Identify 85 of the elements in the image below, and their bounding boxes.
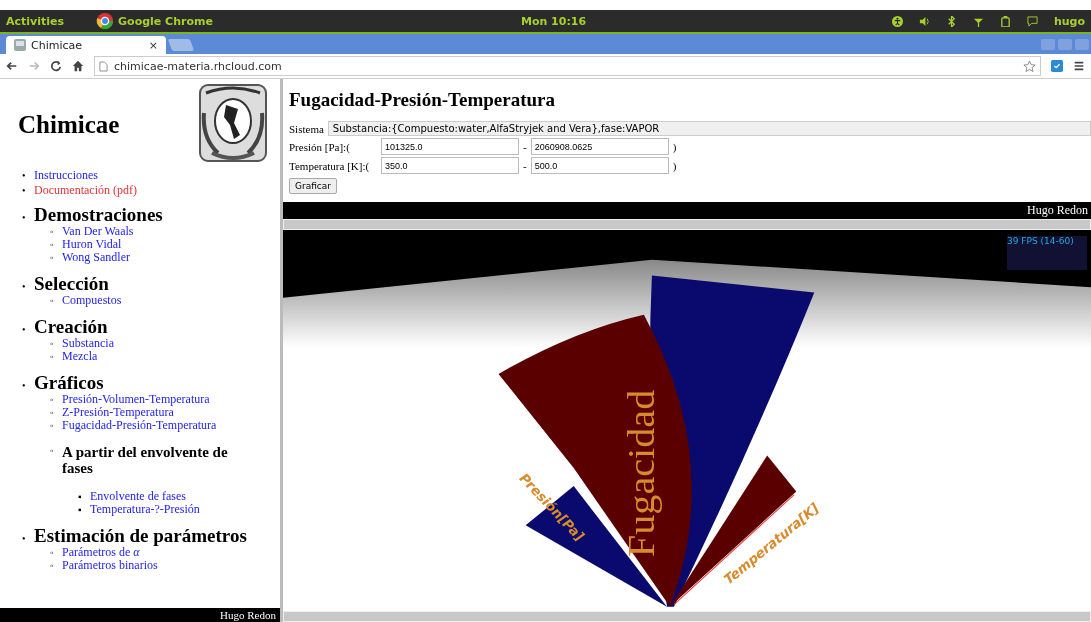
author-banner: Hugo Redon — [283, 202, 1091, 219]
sidebar-link[interactable]: Envolvente de fases — [90, 489, 186, 503]
sidebar-link[interactable]: Van Der Waals — [62, 224, 134, 238]
reload-icon[interactable] — [50, 60, 62, 72]
plot-button[interactable]: Graficar — [289, 178, 338, 194]
back-icon[interactable] — [6, 60, 18, 72]
list-bullet: ◦ — [50, 419, 55, 432]
section-heading: Gráficos — [34, 372, 104, 393]
page-title: Fugacidad-Presión-Temperatura — [289, 89, 556, 111]
list-bullet: ◦ — [50, 559, 55, 572]
user-menu[interactable]: hugo — [1053, 14, 1085, 28]
accessibility-icon[interactable] — [891, 15, 903, 27]
list-bullet: • — [22, 324, 27, 335]
list-bullet: ◦ — [50, 251, 55, 264]
list-bullet: ◦ — [50, 337, 55, 350]
sidebar-link[interactable]: Presión-Volumen-Temperatura — [62, 392, 210, 406]
input-field[interactable]: 2060908.0625 — [530, 138, 669, 155]
list-bullet: ◦ — [50, 350, 55, 363]
activities-button[interactable]: Activities — [6, 14, 65, 28]
fps-counter: 39 FPS (14-60) — [1007, 236, 1087, 270]
list-bullet: ◦ — [50, 225, 55, 238]
bookmark-star-icon[interactable] — [1023, 59, 1036, 73]
tab-close-button[interactable]: × — [148, 38, 158, 52]
page-icon — [99, 60, 108, 72]
chat-icon[interactable] — [1026, 15, 1038, 27]
list-bullet: ◦ — [50, 393, 55, 406]
sidebar-link[interactable]: Fugacidad-Presión-Temperatura — [62, 418, 217, 432]
list-bullet: ▪ — [78, 490, 83, 503]
sidebar-link[interactable]: Documentación (pdf) — [34, 183, 137, 197]
home-icon[interactable] — [72, 60, 84, 72]
input-field[interactable]: 350.0 — [381, 157, 519, 174]
battery-icon[interactable] — [999, 15, 1011, 27]
list-bullet: • — [22, 281, 27, 292]
list-bullet: ▪ — [78, 503, 83, 516]
horizontal-scrollbar[interactable] — [283, 611, 1091, 622]
axis-label: Fugacidad — [619, 389, 662, 558]
closing-paren: ) — [672, 140, 677, 153]
chrome-logo-icon — [96, 12, 115, 30]
page-icon — [14, 39, 26, 51]
sidebar-link[interactable]: Instrucciones — [34, 168, 98, 182]
extension-icon[interactable] — [1051, 60, 1063, 72]
range-separator: - — [523, 159, 527, 172]
sidebar-link[interactable]: Wong Sandler — [62, 250, 131, 264]
list-bullet: ◦ — [50, 444, 55, 457]
list-bullet: • — [22, 380, 27, 391]
sidebar-link[interactable]: Mezcla — [62, 349, 98, 363]
input-field[interactable]: 500.0 — [530, 157, 669, 174]
list-bullet: ◦ — [50, 406, 55, 419]
section-heading: Selección — [34, 273, 109, 294]
list-bullet: • — [22, 533, 27, 544]
field-label: Sistema — [289, 122, 324, 135]
sidebar-link[interactable]: Parámetros de α — [62, 545, 140, 559]
closing-paren: ) — [672, 159, 677, 172]
list-bullet: • — [22, 169, 27, 182]
list-bullet: ◦ — [50, 546, 55, 559]
site-title: Chimicae — [18, 111, 120, 140]
section-heading: Creación — [34, 316, 108, 337]
sidebar-link[interactable]: Parámetros binarios — [62, 558, 158, 572]
menu-icon[interactable] — [1073, 60, 1085, 72]
sidebar-footer: Hugo Redon — [0, 608, 280, 622]
volume-icon[interactable] — [918, 15, 930, 27]
sidebar-link[interactable]: Temperatura-?-Presión — [90, 502, 200, 516]
sidebar-link[interactable]: Substancia — [62, 336, 114, 350]
tab-title: Chimicae — [31, 38, 83, 52]
subsection-heading: A partir del envolvente de fases — [62, 444, 229, 476]
list-bullet: ◦ — [50, 238, 55, 251]
list-bullet: • — [22, 184, 27, 197]
list-bullet: • — [22, 212, 27, 223]
field-label: Temperatura [K]:( — [289, 159, 371, 172]
url-text: chimicae-materia.rhcloud.com — [114, 59, 282, 73]
clock[interactable]: Mon 10:16 — [520, 14, 587, 28]
system-dropdown[interactable]: Substancia:{Compuesto:water,AlfaStryjek and Vera},fase:VAPOR — [327, 121, 1091, 136]
sidebar-link[interactable]: Compuestos — [62, 293, 122, 307]
section-heading: Demostraciones — [34, 204, 163, 225]
range-separator: - — [523, 140, 527, 153]
list-bullet: ◦ — [50, 294, 55, 307]
horizontal-scrollbar[interactable] — [283, 219, 1091, 230]
section-heading: Estimación de parámetros — [34, 525, 247, 546]
sidebar-link[interactable]: Huron Vidal — [62, 237, 122, 251]
address-bar[interactable]: chimicae-materia.rhcloud.com — [94, 56, 1041, 76]
field-label: Presión [Pa]:( — [289, 140, 351, 153]
input-field[interactable]: 101325.0 — [381, 138, 519, 155]
app-menu[interactable]: Google Chrome — [118, 14, 213, 28]
browser-tab[interactable]: Chimicae × — [6, 36, 166, 54]
sidebar-link[interactable]: Z-Presión-Temperatura — [62, 405, 174, 419]
